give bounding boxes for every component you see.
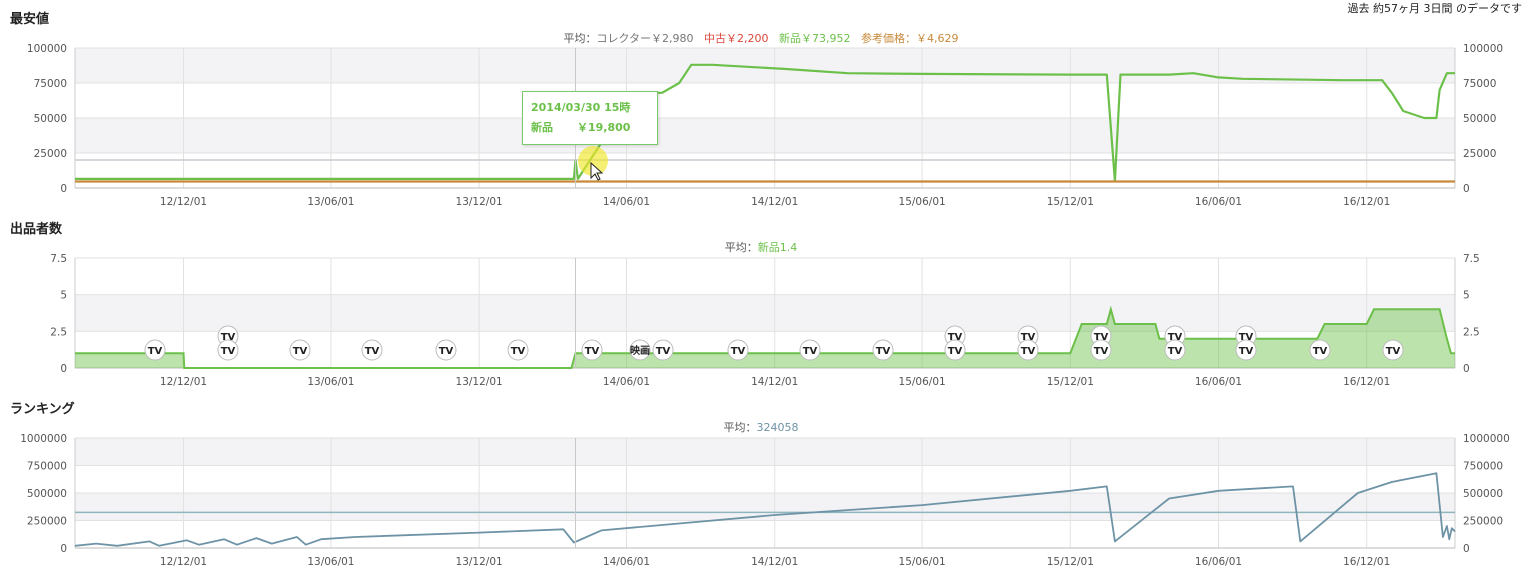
y-tick-label-right: 0	[1463, 183, 1470, 195]
x-tick-label: 13/12/01	[456, 556, 503, 568]
marker-label: TV	[948, 346, 963, 357]
marker-label: TV	[656, 346, 671, 357]
x-tick-label: 14/12/01	[751, 376, 798, 388]
price-tooltip: 2014/03/30 15時 新品 ￥19,800	[522, 91, 658, 145]
x-tick-label: 14/12/01	[751, 196, 798, 208]
y-tick-label-left: 50000	[34, 113, 67, 125]
y-tick-label-right: 0	[1463, 363, 1470, 375]
y-tick-label-right: 500000	[1463, 488, 1503, 500]
x-tick-label: 16/12/01	[1343, 196, 1390, 208]
grid-band	[75, 118, 1455, 153]
marker-label: TV	[293, 346, 308, 357]
y-tick-label-left: 500000	[27, 488, 67, 500]
y-tick-label-left: 750000	[27, 461, 67, 473]
y-tick-label-left: 100000	[27, 43, 67, 55]
y-tick-label-left: 0	[60, 183, 67, 195]
x-tick-label: 16/12/01	[1343, 556, 1390, 568]
y-tick-label-right: 50000	[1463, 113, 1496, 125]
x-tick-label: 14/06/01	[603, 376, 650, 388]
x-tick-label: 15/06/01	[899, 196, 946, 208]
mouse-pointer-icon	[590, 162, 604, 181]
x-tick-label: 14/12/01	[751, 556, 798, 568]
tooltip-date: 2014/03/30 15時	[531, 101, 631, 114]
y-tick-label-right: 7.5	[1463, 253, 1480, 265]
y-tick-label-left: 5	[60, 290, 67, 302]
marker-label: TV	[1239, 346, 1254, 357]
keepa-charts: 0 025000 2500050000 5000075000 75000100000 10…	[20, 43, 1510, 568]
y-tick-label-left: 0	[60, 543, 67, 555]
y-tick-label-right: 75000	[1463, 78, 1496, 90]
marker-label: TV	[803, 346, 818, 357]
y-tick-label-right: 0	[1463, 543, 1470, 555]
grid-band	[75, 83, 1455, 118]
marker-label: TV	[731, 346, 746, 357]
x-tick-label: 13/06/01	[307, 196, 354, 208]
x-tick-label: 15/12/01	[1047, 556, 1094, 568]
y-tick-label-left: 2.5	[50, 326, 67, 338]
chart-panel-2: 0 0 250000 250000 500000 500000 750000 750000 10…	[20, 433, 1510, 568]
y-tick-label-left: 250000	[27, 516, 67, 528]
marker-label: TV	[876, 346, 891, 357]
x-tick-label: 15/12/01	[1047, 376, 1094, 388]
marker-label: TV	[1386, 346, 1401, 357]
x-tick-label: 16/06/01	[1195, 556, 1242, 568]
grid-band	[75, 438, 1455, 466]
x-tick-label: 16/06/01	[1195, 376, 1242, 388]
y-tick-label-right: 250000	[1463, 516, 1503, 528]
x-tick-label: 16/12/01	[1343, 376, 1390, 388]
marker-label: TV	[1094, 346, 1109, 357]
x-tick-label: 12/12/01	[160, 196, 207, 208]
x-tick-label: 13/12/01	[456, 376, 503, 388]
y-tick-label-right: 750000	[1463, 461, 1503, 473]
y-tick-label-left: 7.5	[50, 253, 67, 265]
marker-label: TV	[585, 346, 600, 357]
x-tick-label: 14/06/01	[603, 196, 650, 208]
marker-label: 映画	[630, 344, 650, 357]
chart-panel-0: 0 0 25000 25000 50000 50000 75000 75000 100000 10…	[27, 43, 1503, 208]
y-tick-label-right: 5	[1463, 290, 1470, 302]
marker-label: TV	[1021, 346, 1036, 357]
x-tick-label: 15/06/01	[899, 376, 946, 388]
y-tick-label-left: 75000	[34, 78, 67, 90]
x-tick-label: 15/12/01	[1047, 196, 1094, 208]
y-tick-label-left: 1000000	[20, 433, 67, 445]
grid-band	[75, 520, 1455, 548]
tooltip-value: ￥19,800	[577, 121, 631, 134]
y-tick-label-left: 0	[60, 363, 67, 375]
x-tick-label: 12/12/01	[160, 376, 207, 388]
x-tick-label: 16/06/01	[1195, 196, 1242, 208]
x-tick-label: 15/06/01	[899, 556, 946, 568]
chart-panel-1: 0 0 2.5 2.5 5 5 7.5 7.5 12/12/01 13/06/01 13/12/01…	[50, 253, 1479, 388]
y-tick-label-right: 100000	[1463, 43, 1503, 55]
grid-band	[75, 48, 1455, 83]
y-tick-label-right: 1000000	[1463, 433, 1510, 445]
x-tick-label: 14/06/01	[603, 556, 650, 568]
tooltip-row: 新品 ￥19,800	[531, 118, 649, 138]
grid-band	[75, 258, 1455, 295]
x-tick-label: 13/06/01	[307, 556, 354, 568]
y-tick-label-right: 2.5	[1463, 326, 1480, 338]
grid-band	[75, 153, 1455, 188]
tooltip-label: 新品	[531, 121, 553, 134]
marker-label: TV	[1168, 346, 1183, 357]
x-tick-label: 13/06/01	[307, 376, 354, 388]
y-tick-label-right: 25000	[1463, 148, 1496, 160]
marker-label: TV	[511, 346, 526, 357]
y-tick-label-left: 25000	[34, 148, 67, 160]
marker-label: TV	[439, 346, 454, 357]
x-tick-label: 12/12/01	[160, 556, 207, 568]
x-tick-label: 13/12/01	[456, 196, 503, 208]
marker-label: TV	[221, 346, 236, 357]
marker-label: TV	[365, 346, 380, 357]
marker-label: TV	[1313, 346, 1328, 357]
marker-label: TV	[148, 346, 163, 357]
